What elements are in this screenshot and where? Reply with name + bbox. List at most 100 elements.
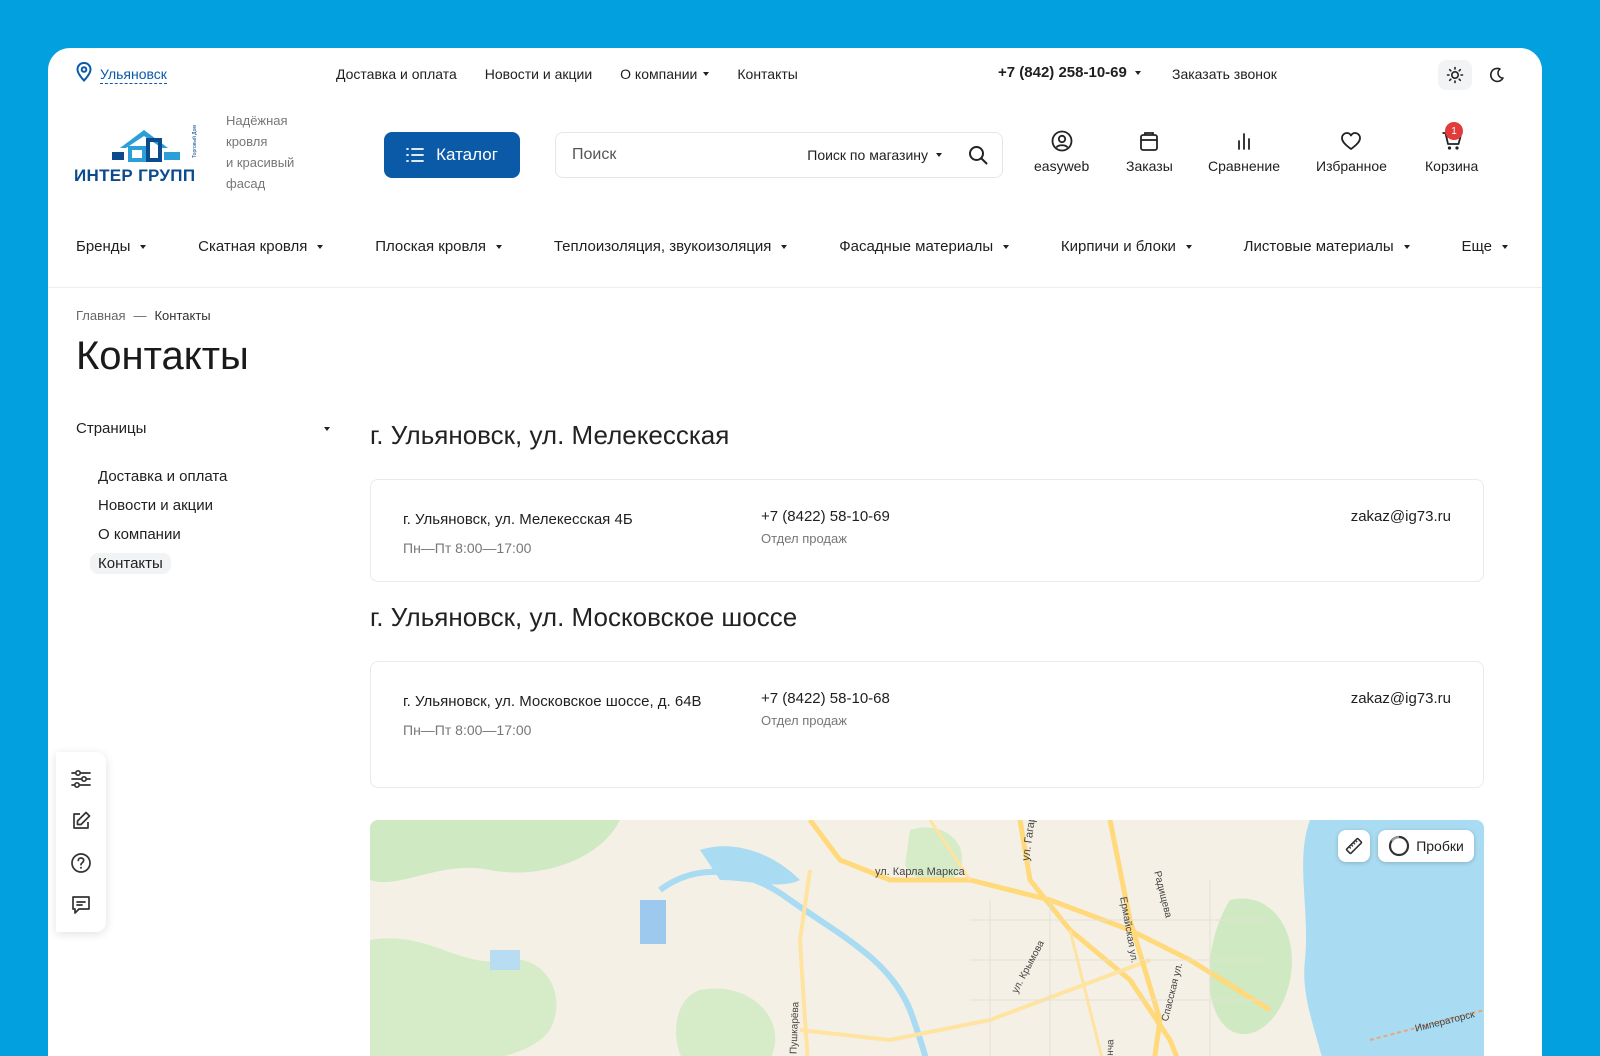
orders-box-icon [1140,132,1159,151]
location-title: г. Ульяновск, ул. Мелекесская [370,420,730,450]
callback-link[interactable]: Заказать звонок [1172,66,1277,82]
catalog-label: Каталог [436,145,498,164]
logo-small-text: Торговый Дом [192,125,198,158]
category-item[interactable]: Теплоизоляция, звукоизоляция [554,238,788,255]
logo[interactable]: ИНТЕР ГРУПП Торговый Дом [74,125,202,186]
cart-label: Корзина [1425,158,1479,174]
page-title: Контакты [76,334,249,378]
email-link[interactable]: zakaz@ig73.ru [1351,508,1451,525]
top-nav: Доставка и оплата Новости и акции О комп… [336,66,798,82]
header-divider [48,287,1542,288]
department-label: Отдел продаж [761,713,847,728]
orders-link[interactable]: Заказы [1126,130,1173,174]
location-phone: +7 (8422) 58-10-68 Отдел продаж [761,690,890,728]
category-label: Кирпичи и блоки [1060,238,1176,255]
phone-link[interactable]: +7 (8422) 58-10-69 [761,508,890,525]
category-item[interactable]: Плоская кровля [375,238,503,255]
category-item[interactable]: Скатная кровля [198,238,324,255]
topnav-news-label: Новости и акции [484,66,593,82]
dark-theme-button[interactable] [1480,60,1514,90]
category-label: Бренды [76,238,131,255]
category-label: Плоская кровля [375,238,487,255]
phone-dropdown[interactable]: +7 (842) 258-10-69 [998,64,1141,81]
city-name[interactable]: Ульяновск [100,66,167,84]
slogan: Надёжная кровля и красивый фасад [226,110,326,194]
category-item[interactable]: Кирпичи и блоки [1061,238,1192,255]
sidebar-item-news[interactable]: Новости и акции [98,495,227,516]
caret-down-icon [496,244,503,249]
chat-icon[interactable] [70,894,92,916]
account-label: easyweb [1034,158,1090,174]
breadcrumb: Главная — Контакты [76,308,211,323]
topnav-about[interactable]: О компании [620,66,710,82]
slogan-line: фасад [226,176,266,191]
location-address: г. Ульяновск, ул. Московское шоссе, д. 6… [403,690,723,742]
caret-down-icon [324,426,330,431]
caret-down-icon [703,72,710,76]
traffic-button[interactable]: Пробки [1378,830,1474,862]
caret-down-icon [317,244,324,249]
slogan-line: и красивый [226,155,295,170]
compare-link[interactable]: Сравнение [1208,130,1280,174]
topnav-delivery[interactable]: Доставка и оплата [336,66,457,82]
settings-sliders-icon[interactable] [70,768,92,790]
search-bar: Поиск по магазину [555,132,1003,178]
ruler-button[interactable] [1338,830,1370,862]
category-item[interactable]: Листовые материалы [1244,238,1410,255]
orders-label: Заказы [1126,158,1173,174]
opening-hours: Пн—Пт 8:00—17:00 [403,540,532,556]
search-icon[interactable] [968,145,988,165]
sidebar-item-about[interactable]: О компании [98,524,227,545]
address-text: г. Ульяновск, ул. Московское шоссе, д. 6… [403,693,702,710]
theme-switcher [1438,60,1514,90]
topnav-about-label: О компании [620,66,698,82]
location-phone: +7 (8422) 58-10-69 Отдел продаж [761,508,890,546]
caret-down-icon [140,244,147,249]
category-item[interactable]: Фасадные материалы [839,238,1010,255]
topnav-contacts[interactable]: Контакты [737,66,797,82]
email-link[interactable]: zakaz@ig73.ru [1351,690,1451,707]
light-theme-button[interactable] [1438,60,1472,90]
account-link[interactable]: easyweb [1034,130,1089,174]
caret-down-icon [1403,244,1410,249]
search-scope-dropdown[interactable]: Поиск по магазину [807,147,942,163]
list-icon [406,148,424,162]
sidebar-heading[interactable]: Страницы [76,420,330,437]
category-label: Скатная кровля [198,238,308,255]
breadcrumb-current: Контакты [154,308,211,323]
city-selector[interactable]: Ульяновск [76,61,167,87]
moon-icon [1490,67,1504,83]
sidebar-item-contacts[interactable]: Контакты [90,553,171,574]
category-item[interactable]: Бренды [76,238,147,255]
cart-link[interactable]: 1 Корзина [1425,122,1479,174]
department-label: Отдел продаж [761,531,847,546]
sidebar-heading-label: Страницы [76,420,147,437]
topnav-news[interactable]: Новости и акции [485,66,592,82]
favorites-label: Избранное [1316,158,1387,174]
address-text: г. Ульяновск, ул. Мелекесская 4Б [403,511,633,528]
catalog-button[interactable]: Каталог [384,132,520,178]
map-street-label: ул. Гонча [1104,1039,1116,1056]
opening-hours: Пн—Пт 8:00—17:00 [403,722,532,738]
location-card: г. Ульяновск, ул. Мелекесская 4Б Пн—Пт 8… [370,479,1484,582]
category-label: Теплоизоляция, звукоизоляция [553,238,772,255]
edit-icon[interactable] [70,810,92,832]
favorites-link[interactable]: Избранное [1316,130,1387,174]
slogan-line: Надёжная [226,113,288,128]
user-icon [1051,130,1073,152]
sidebar-item-delivery[interactable]: Доставка и оплата [98,466,227,487]
category-more[interactable]: Еще [1461,238,1508,255]
topnav-contacts-label: Контакты [737,66,798,82]
category-nav: Бренды Скатная кровля Плоская кровля Теп… [76,238,1508,255]
search-input[interactable] [572,146,772,164]
breadcrumb-home[interactable]: Главная [76,308,125,323]
category-label: Еще [1461,238,1492,255]
map-tiles [370,820,1484,1056]
phone-link[interactable]: +7 (8422) 58-10-68 [761,690,890,707]
breadcrumb-separator: — [133,308,147,323]
map[interactable]: ул. Карла Маркса ул. Гагарина Ермайская … [370,820,1484,1056]
help-icon[interactable] [70,852,92,874]
bar-chart-icon [1238,133,1250,150]
caret-down-icon [1003,244,1010,249]
caret-down-icon [1134,70,1141,75]
